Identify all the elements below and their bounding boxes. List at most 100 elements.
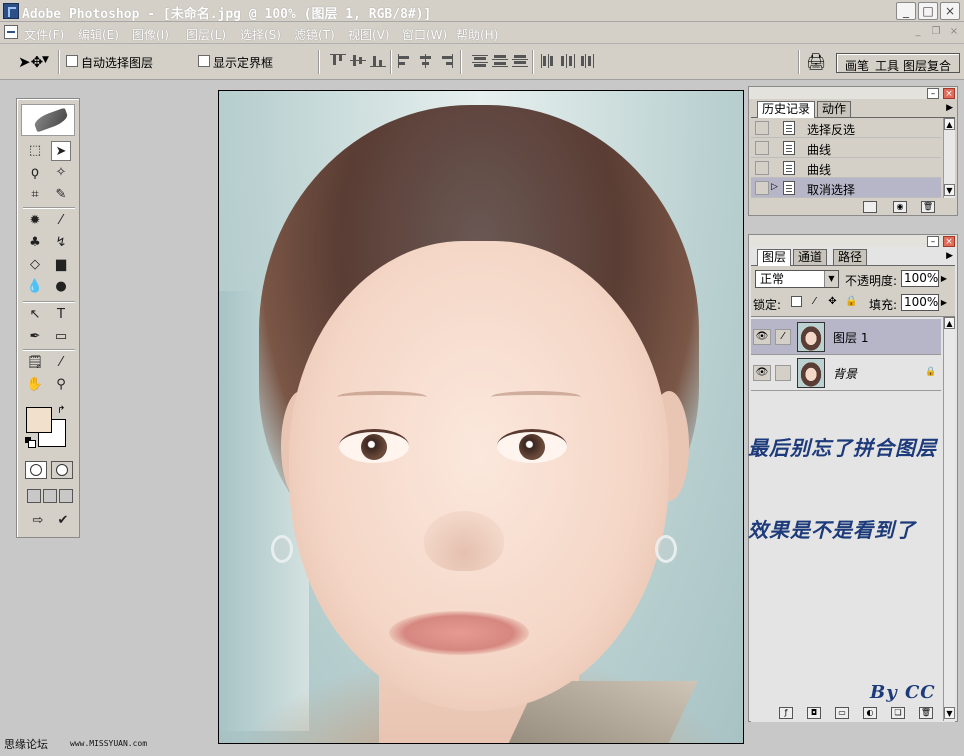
well-tab-tool-presets[interactable]: 工具 <box>875 57 899 74</box>
slice-tool-icon[interactable]: ✎ <box>51 185 71 205</box>
menu-edit[interactable]: 编辑(E) <box>78 26 119 43</box>
standard-screen-mode-icon[interactable] <box>27 489 41 503</box>
menu-window[interactable]: 窗口(W) <box>402 26 447 43</box>
distribute-vcenter-icon[interactable] <box>492 54 508 68</box>
palette-close-icon[interactable]: × <box>943 236 955 247</box>
history-snapshot-box[interactable] <box>755 141 769 155</box>
lock-position-icon[interactable]: ✥ <box>827 296 838 307</box>
imageready-icon[interactable]: ✔ <box>53 511 73 531</box>
default-colors-icon[interactable] <box>25 437 36 448</box>
layer-name[interactable]: 背景 <box>833 365 857 382</box>
distribute-left-icon[interactable] <box>540 54 556 68</box>
distribute-top-icon[interactable] <box>472 54 488 68</box>
palette-titlebar[interactable] <box>749 235 957 247</box>
lock-brush-icon[interactable]: ⁄ <box>809 296 820 307</box>
history-item-selected[interactable]: ▷ 取消选择 <box>751 178 941 198</box>
eye-icon[interactable]: 👁 <box>753 365 771 381</box>
close-button[interactable]: × <box>940 2 960 20</box>
menu-select[interactable]: 选择(S) <box>240 26 281 43</box>
new-document-from-state-icon[interactable] <box>863 201 877 213</box>
palette-titlebar[interactable] <box>749 87 957 99</box>
trash-icon[interactable]: 🗑 <box>921 201 935 213</box>
quick-mask-mode-button[interactable] <box>51 461 73 479</box>
palette-menu-arrow-icon[interactable]: ▶ <box>946 103 953 113</box>
fill-field[interactable]: 100% ▶ <box>901 294 947 311</box>
new-group-icon[interactable]: ▭ <box>835 707 849 719</box>
notes-tool-icon[interactable]: 🗒 <box>25 353 45 373</box>
move-tool-icon[interactable]: ➤ <box>51 141 71 161</box>
scroll-up-icon[interactable]: ▲ <box>944 118 955 130</box>
tab-paths[interactable]: 路径 <box>833 249 868 265</box>
document-canvas[interactable] <box>218 90 744 744</box>
toolbox-header[interactable] <box>21 104 75 136</box>
lock-all-icon[interactable]: 🔒 <box>845 296 857 307</box>
hand-tool-icon[interactable]: ✋ <box>25 375 45 395</box>
scroll-down-icon[interactable]: ▼ <box>944 707 955 719</box>
history-snapshot-box[interactable] <box>755 121 769 135</box>
pen-tool-icon[interactable]: ✒ <box>25 327 45 347</box>
zoom-tool-icon[interactable]: ⚲ <box>51 375 71 395</box>
distribute-hcenter-icon[interactable] <box>560 54 576 68</box>
blend-mode-select[interactable]: 正常 ▼ <box>755 270 839 288</box>
move-tool-preset-icon[interactable]: ➤✥ <box>18 53 43 71</box>
lasso-tool-icon[interactable]: ϙ <box>25 163 45 183</box>
dodge-tool-icon[interactable]: ● <box>51 277 71 297</box>
scroll-up-icon[interactable]: ▲ <box>944 317 955 329</box>
palette-menu-arrow-icon[interactable]: ▶ <box>946 251 953 261</box>
document-menu-icon[interactable] <box>4 25 18 39</box>
align-vcenter-icon[interactable] <box>350 54 366 68</box>
new-layer-icon[interactable]: ❏ <box>891 707 905 719</box>
maximize-button[interactable]: □ <box>918 2 938 20</box>
opacity-field[interactable]: 100% ▶ <box>901 270 947 287</box>
menu-filter[interactable]: 滤镜(T) <box>294 26 335 43</box>
foreground-color-swatch[interactable] <box>26 407 52 433</box>
menu-file[interactable]: 文件(F) <box>24 26 64 43</box>
distribute-right-icon[interactable] <box>580 54 596 68</box>
history-snapshot-box[interactable] <box>755 161 769 175</box>
crop-tool-icon[interactable]: ⌗ <box>25 185 45 205</box>
layer-style-icon[interactable]: ƒ <box>779 707 793 719</box>
align-right-icon[interactable] <box>438 54 454 68</box>
menu-view[interactable]: 视图(V) <box>348 26 390 43</box>
distribute-bottom-icon[interactable] <box>512 54 528 68</box>
link-slot-icon[interactable] <box>775 365 791 381</box>
layers-scrollbar[interactable]: ▲ ▼ <box>943 317 955 721</box>
full-screen-mode-icon[interactable] <box>59 489 73 503</box>
marquee-tool-icon[interactable]: ⬚ <box>25 141 45 161</box>
doc-minimize-icon[interactable]: _ <box>910 25 926 40</box>
doc-close-icon[interactable]: × <box>946 25 962 40</box>
lock-transparency-icon[interactable] <box>791 296 802 307</box>
full-screen-menu-mode-icon[interactable] <box>43 489 57 503</box>
standard-mode-button[interactable] <box>25 461 47 479</box>
minimize-button[interactable]: _ <box>896 2 916 20</box>
menu-image[interactable]: 图像(I) <box>132 26 169 43</box>
tab-channels[interactable]: 通道 <box>793 249 828 265</box>
palette-minimize-icon[interactable]: – <box>927 88 939 99</box>
tab-history[interactable]: 历史记录 <box>757 101 816 118</box>
magic-wand-tool-icon[interactable]: ✧ <box>51 163 71 183</box>
eye-icon[interactable]: 👁 <box>753 329 771 345</box>
chevron-down-icon[interactable]: ▼ <box>824 271 838 287</box>
chevron-right-icon[interactable]: ▶ <box>938 270 950 287</box>
type-tool-icon[interactable]: T <box>51 305 71 325</box>
brush-link-icon[interactable]: ⁄ <box>775 329 791 345</box>
gradient-tool-icon[interactable]: ▆ <box>51 255 71 275</box>
chevron-right-icon[interactable]: ▶ <box>938 294 950 311</box>
menu-help[interactable]: 帮助(H) <box>456 26 498 43</box>
brush-tool-icon[interactable]: ⁄ <box>51 211 71 231</box>
eraser-tool-icon[interactable]: ◇ <box>25 255 45 275</box>
blur-tool-icon[interactable]: 💧 <box>25 277 45 297</box>
palette-browser-icon[interactable]: 🖨 <box>806 52 826 72</box>
align-left-icon[interactable] <box>398 54 414 68</box>
history-item[interactable]: 曲线 <box>751 158 941 178</box>
clone-stamp-tool-icon[interactable]: ♣ <box>25 233 45 253</box>
jump-to-imageready-icon[interactable]: ⇨ <box>27 511 49 531</box>
healing-brush-tool-icon[interactable]: ✹ <box>25 211 45 231</box>
path-selection-tool-icon[interactable]: ↖ <box>25 305 45 325</box>
align-top-icon[interactable] <box>330 54 346 68</box>
chevron-down-icon[interactable]: ▼ <box>42 55 49 65</box>
align-bottom-icon[interactable] <box>370 54 386 68</box>
photoshop-app-icon[interactable] <box>3 3 19 19</box>
history-scrollbar[interactable]: ▲ ▼ <box>943 118 955 198</box>
auto-select-checkbox[interactable] <box>66 55 78 67</box>
